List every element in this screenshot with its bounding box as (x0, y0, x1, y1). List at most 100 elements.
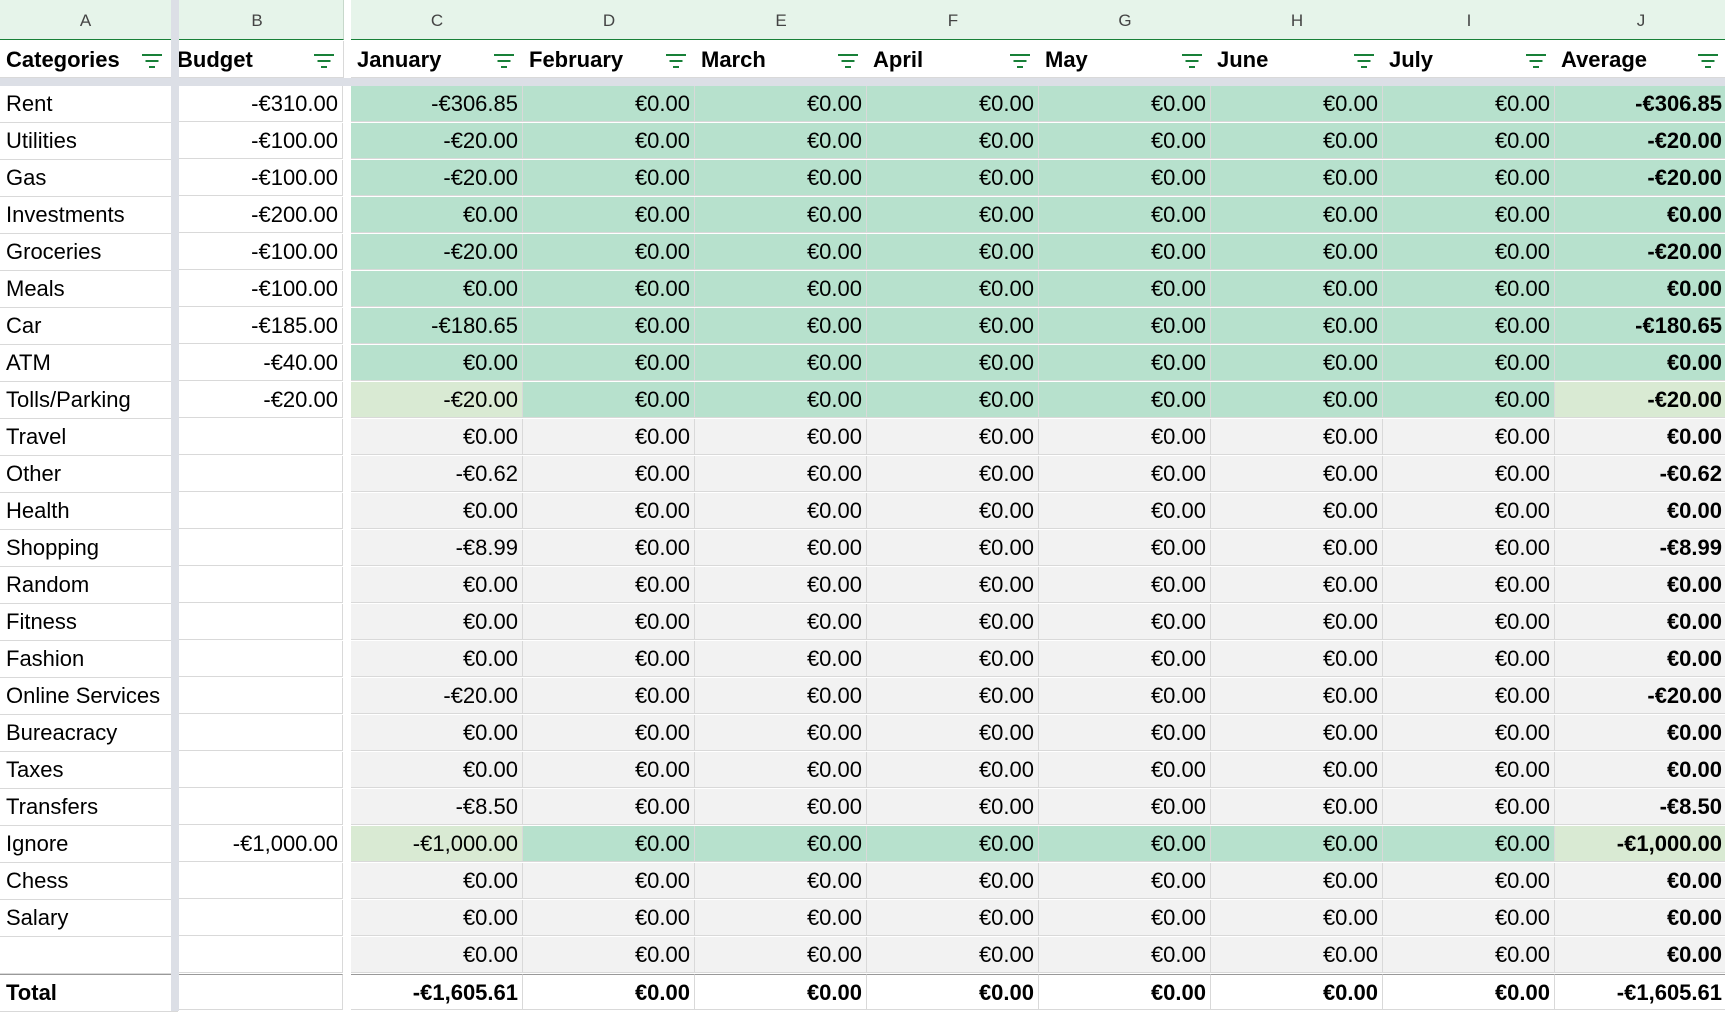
month-cell[interactable]: €0.00 (1383, 234, 1555, 270)
month-cell[interactable]: €0.00 (523, 271, 695, 307)
month-cell[interactable]: €0.00 (1039, 604, 1211, 640)
month-cell[interactable]: €0.00 (867, 271, 1039, 307)
header-cell-h[interactable]: June (1211, 41, 1384, 78)
budget-cell[interactable] (171, 752, 343, 788)
filter-icon[interactable] (314, 54, 334, 68)
month-cell[interactable]: €0.00 (1039, 493, 1211, 529)
month-cell[interactable]: €0.00 (523, 530, 695, 566)
month-cell[interactable]: €0.00 (1211, 937, 1383, 973)
month-cell[interactable]: €0.00 (867, 419, 1039, 455)
header-cell-d[interactable]: February (523, 41, 696, 78)
average-cell[interactable]: -€20.00 (1555, 234, 1725, 270)
month-cell[interactable]: €0.00 (1039, 826, 1211, 862)
month-cell[interactable]: €0.00 (523, 678, 695, 714)
month-cell[interactable]: €0.00 (1039, 123, 1211, 159)
month-cell[interactable]: €0.00 (1211, 530, 1383, 566)
month-cell[interactable]: €0.00 (1211, 752, 1383, 788)
category-cell[interactable]: ATM (0, 345, 178, 382)
month-cell[interactable]: €0.00 (351, 900, 523, 936)
month-cell[interactable]: €0.00 (523, 308, 695, 344)
month-cell[interactable]: €0.00 (1211, 86, 1383, 122)
budget-cell[interactable] (171, 567, 343, 603)
category-cell[interactable]: Gas (0, 160, 178, 197)
month-cell[interactable]: €0.00 (1383, 197, 1555, 233)
month-cell[interactable]: €0.00 (1039, 308, 1211, 344)
budget-cell[interactable]: -€310.00 (171, 86, 343, 122)
month-cell[interactable]: €0.00 (523, 937, 695, 973)
month-cell[interactable]: €0.00 (1211, 419, 1383, 455)
month-cell[interactable]: €0.00 (1039, 974, 1211, 1010)
month-cell[interactable]: -€8.99 (351, 530, 523, 566)
month-cell[interactable]: €0.00 (1383, 345, 1555, 381)
month-cell[interactable]: €0.00 (1211, 493, 1383, 529)
month-cell[interactable]: €0.00 (1039, 567, 1211, 603)
budget-cell[interactable]: -€100.00 (171, 160, 343, 196)
filter-icon[interactable] (1354, 54, 1374, 68)
month-cell[interactable]: €0.00 (1039, 86, 1211, 122)
month-cell[interactable]: €0.00 (1039, 752, 1211, 788)
budget-cell[interactable] (171, 493, 343, 529)
month-cell[interactable]: €0.00 (1211, 234, 1383, 270)
header-cell-f[interactable]: April (867, 41, 1040, 78)
month-cell[interactable]: €0.00 (695, 530, 867, 566)
month-cell[interactable]: €0.00 (523, 123, 695, 159)
month-cell[interactable]: -€1,605.61 (351, 974, 523, 1010)
month-cell[interactable]: €0.00 (695, 715, 867, 751)
filter-icon[interactable] (1182, 54, 1202, 68)
budget-cell[interactable] (171, 900, 343, 936)
month-cell[interactable]: €0.00 (1211, 345, 1383, 381)
category-cell[interactable]: Taxes (0, 752, 178, 789)
month-cell[interactable]: €0.00 (1383, 456, 1555, 492)
month-cell[interactable]: €0.00 (867, 530, 1039, 566)
category-cell[interactable]: Tolls/Parking (0, 382, 178, 419)
month-cell[interactable]: €0.00 (1039, 234, 1211, 270)
month-cell[interactable]: €0.00 (523, 641, 695, 677)
month-cell[interactable]: €0.00 (1211, 863, 1383, 899)
filter-icon[interactable] (142, 54, 162, 68)
month-cell[interactable]: €0.00 (695, 493, 867, 529)
month-cell[interactable]: €0.00 (1039, 863, 1211, 899)
month-cell[interactable]: €0.00 (1383, 86, 1555, 122)
month-cell[interactable]: -€20.00 (351, 678, 523, 714)
category-cell[interactable]: Total (0, 974, 178, 1012)
month-cell[interactable]: €0.00 (1383, 678, 1555, 714)
category-cell[interactable]: Fashion (0, 641, 178, 678)
month-cell[interactable]: €0.00 (1383, 789, 1555, 825)
month-cell[interactable]: €0.00 (867, 678, 1039, 714)
month-cell[interactable]: €0.00 (1211, 678, 1383, 714)
month-cell[interactable]: €0.00 (1383, 419, 1555, 455)
month-cell[interactable]: €0.00 (523, 197, 695, 233)
column-header-h[interactable]: H (1211, 0, 1384, 40)
month-cell[interactable]: €0.00 (523, 456, 695, 492)
month-cell[interactable]: -€0.62 (351, 456, 523, 492)
month-cell[interactable]: -€1,000.00 (351, 826, 523, 862)
month-cell[interactable]: €0.00 (1039, 197, 1211, 233)
month-cell[interactable]: €0.00 (1211, 789, 1383, 825)
month-cell[interactable]: €0.00 (695, 900, 867, 936)
month-cell[interactable]: €0.00 (695, 456, 867, 492)
budget-cell[interactable]: -€100.00 (171, 123, 343, 159)
month-cell[interactable]: €0.00 (1211, 123, 1383, 159)
month-cell[interactable]: €0.00 (1383, 271, 1555, 307)
month-cell[interactable]: €0.00 (867, 382, 1039, 418)
month-cell[interactable]: €0.00 (1211, 604, 1383, 640)
average-cell[interactable]: €0.00 (1555, 567, 1725, 603)
category-cell[interactable]: Salary (0, 900, 178, 937)
budget-cell[interactable] (171, 419, 343, 455)
month-cell[interactable]: €0.00 (351, 863, 523, 899)
month-cell[interactable]: €0.00 (695, 160, 867, 196)
month-cell[interactable]: €0.00 (1039, 715, 1211, 751)
month-cell[interactable]: €0.00 (1383, 160, 1555, 196)
category-cell[interactable] (0, 937, 178, 974)
month-cell[interactable]: €0.00 (867, 900, 1039, 936)
month-cell[interactable]: €0.00 (1211, 160, 1383, 196)
month-cell[interactable]: €0.00 (523, 160, 695, 196)
month-cell[interactable]: -€20.00 (351, 382, 523, 418)
month-cell[interactable]: €0.00 (867, 160, 1039, 196)
category-cell[interactable]: Meals (0, 271, 178, 308)
column-header-i[interactable]: I (1383, 0, 1556, 40)
budget-cell[interactable] (171, 678, 343, 714)
month-cell[interactable]: €0.00 (695, 752, 867, 788)
budget-cell[interactable]: -€40.00 (171, 345, 343, 381)
column-header-g[interactable]: G (1039, 0, 1212, 40)
